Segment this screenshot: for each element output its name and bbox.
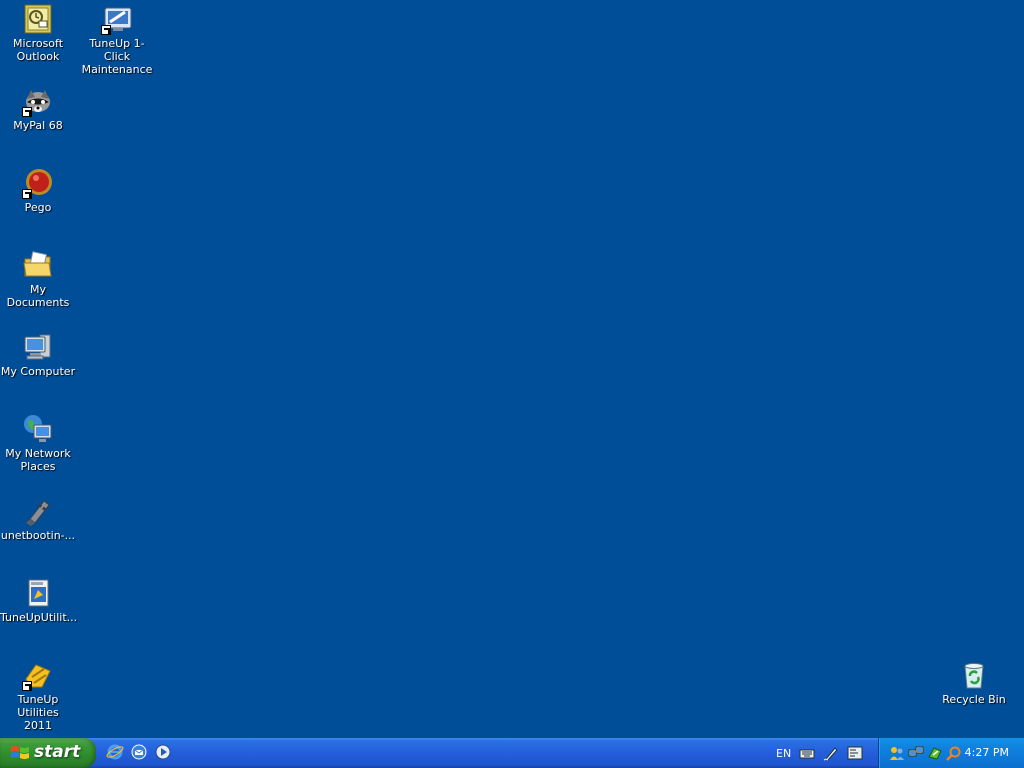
tuneup-maintenance-icon xyxy=(101,3,133,35)
desktop-icon-label: Microsoft Outlook xyxy=(12,37,64,63)
desktop-icon-label: unetbootin-... xyxy=(0,529,76,542)
keyboard-icon[interactable] xyxy=(799,745,815,761)
language-options-icon[interactable] xyxy=(847,745,863,761)
desktop-icon-recycle-bin[interactable]: Recycle Bin xyxy=(936,659,1012,706)
start-label: start xyxy=(34,742,81,762)
shortcut-arrow-icon xyxy=(22,189,32,199)
desktop-icon-label: TuneUp Utilities 2011 xyxy=(17,693,59,732)
tuneup-utilities-icon xyxy=(22,659,54,691)
desktop-icon-label: My Computer xyxy=(0,365,76,378)
desktop-icon-label: My Documents xyxy=(6,283,70,309)
windows-logo-icon xyxy=(10,744,30,762)
desktop-icon-label: TuneUpUtilit... xyxy=(0,611,78,624)
quick-launch-bar xyxy=(106,743,172,763)
tuneup-tray-icon[interactable] xyxy=(927,745,943,761)
start-button[interactable]: start xyxy=(0,738,96,768)
outlook-express-icon[interactable] xyxy=(130,743,148,761)
desktop-icon-label: TuneUp 1-Click Maintenance xyxy=(81,37,153,76)
shortcut-arrow-icon xyxy=(22,107,32,117)
desktop-icon-outlook[interactable]: Microsoft Outlook xyxy=(0,3,76,63)
recycle-bin-icon xyxy=(958,659,990,691)
unetbootin-icon xyxy=(22,495,54,527)
shortcut-arrow-icon xyxy=(22,681,32,691)
system-tray: 4:27 PM xyxy=(878,738,1024,768)
language-bar: EN xyxy=(776,744,863,762)
network-icon[interactable] xyxy=(908,745,924,761)
desktop-icon-tuneup-maintenance[interactable]: TuneUp 1-Click Maintenance xyxy=(79,3,155,76)
network-places-icon xyxy=(22,413,54,445)
desktop-icon-mypal[interactable]: MyPal 68 xyxy=(0,85,76,132)
tray-icons xyxy=(889,745,962,761)
my-computer-icon xyxy=(22,331,54,363)
tuneup-installer-icon xyxy=(22,577,54,609)
desktop-icon-tuneup-installer[interactable]: TuneUpUtilit... xyxy=(0,577,78,624)
search-tray-icon[interactable] xyxy=(946,745,962,761)
users-icon[interactable] xyxy=(889,745,905,761)
handwriting-icon[interactable] xyxy=(823,745,839,761)
desktop-icon-network-places[interactable]: My Network Places xyxy=(0,413,76,473)
internet-explorer-icon[interactable] xyxy=(106,743,124,761)
desktop-icon-pego[interactable]: Pego xyxy=(0,167,76,214)
desktop-icon-label: Pego xyxy=(24,201,52,214)
desktop-icon-my-documents[interactable]: My Documents xyxy=(0,249,76,309)
mypal-icon xyxy=(22,85,54,117)
outlook-icon xyxy=(22,3,54,35)
desktop-icon-label: MyPal 68 xyxy=(13,119,63,132)
taskbar: start EN 4:27 PM xyxy=(0,738,1024,768)
clock[interactable]: 4:27 PM xyxy=(965,746,1009,759)
language-indicator[interactable]: EN xyxy=(776,747,791,760)
pego-icon xyxy=(22,167,54,199)
desktop-icon-unetbootin[interactable]: unetbootin-... xyxy=(0,495,76,542)
desktop: Microsoft Outlook TuneUp 1-Click Mainten… xyxy=(0,0,1024,738)
my-documents-icon xyxy=(22,249,54,281)
shortcut-arrow-icon xyxy=(101,25,111,35)
desktop-icon-my-computer[interactable]: My Computer xyxy=(0,331,76,378)
desktop-icon-label: Recycle Bin xyxy=(942,693,1006,706)
media-player-icon[interactable] xyxy=(154,743,172,761)
desktop-icon-label: My Network Places xyxy=(5,447,71,473)
desktop-icon-tuneup-utilities[interactable]: TuneUp Utilities 2011 xyxy=(0,659,76,732)
